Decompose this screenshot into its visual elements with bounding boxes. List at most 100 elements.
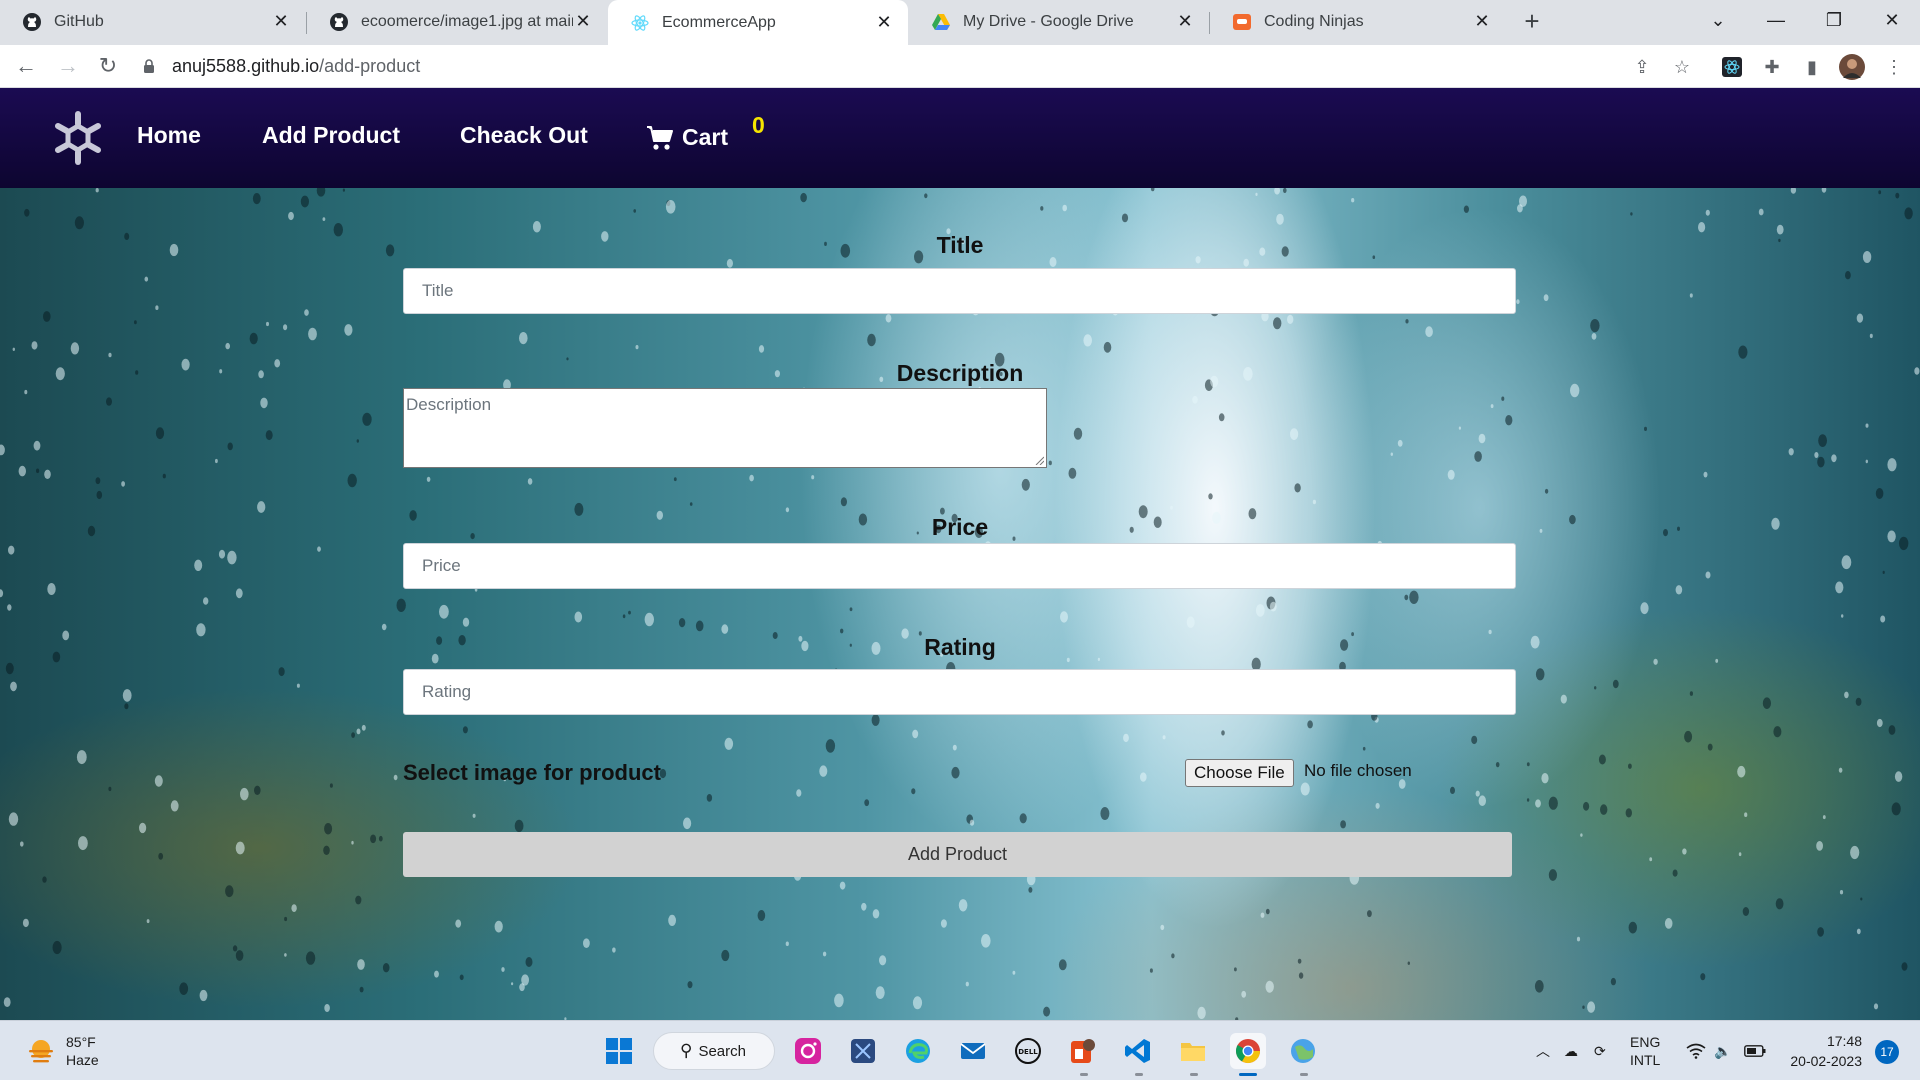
raindrop [472, 813, 476, 818]
raindrop [494, 920, 503, 933]
close-tab-icon[interactable]: ✕ [271, 11, 291, 32]
tab-title: GitHub [54, 12, 104, 30]
close-tab-icon[interactable]: ✕ [874, 12, 894, 33]
raindrop [1715, 658, 1719, 663]
description-textarea[interactable]: Description [403, 388, 1047, 468]
weather-map-app-icon[interactable] [1285, 1033, 1321, 1069]
extensions-puzzle-icon[interactable]: ✚ [1758, 53, 1786, 81]
tab-github-image[interactable]: ecoomerce/image1.jpg at main · ✕ [307, 0, 607, 43]
instagram-icon[interactable] [790, 1033, 826, 1069]
raindrop [225, 342, 230, 350]
rating-input[interactable]: Rating [403, 669, 1516, 715]
app-logo-icon[interactable] [52, 110, 104, 166]
add-product-button[interactable]: Add Product [403, 832, 1512, 877]
title-input[interactable]: Title [403, 268, 1516, 314]
volume-icon[interactable]: 🔈 [1714, 1021, 1731, 1080]
react-icon [630, 13, 650, 33]
taskbar-search[interactable]: ⚲ Search [653, 1032, 775, 1070]
raindrop [283, 324, 288, 331]
language-indicator[interactable]: ENG INTL [1630, 1021, 1660, 1080]
restore-button[interactable]: ❐ [1806, 0, 1862, 40]
reload-icon[interactable]: ↻ [92, 50, 124, 82]
git-user-app-icon[interactable] [1065, 1033, 1101, 1069]
raindrop [1737, 765, 1746, 778]
raindrop [1535, 799, 1541, 808]
raindrop [514, 819, 524, 833]
clock[interactable]: 17:48 20-02-2023 [1782, 1021, 1862, 1080]
raindrop [324, 1004, 330, 1012]
back-arrow-icon[interactable]: ← [10, 50, 42, 82]
windows-start-icon[interactable] [601, 1033, 637, 1069]
side-panel-icon[interactable]: ▮ [1798, 53, 1826, 81]
new-tab-button[interactable]: + [1517, 6, 1547, 36]
running-indicator [1135, 1073, 1143, 1076]
raindrop [8, 812, 19, 826]
raindrop [144, 276, 149, 282]
weather-widget[interactable]: 85°F Haze [26, 1033, 99, 1069]
price-input[interactable]: Price [403, 543, 1516, 589]
raindrop [1598, 754, 1606, 765]
clock-date: 20-02-2023 [1790, 1053, 1862, 1069]
chrome-menu-icon[interactable]: ⋮ [1880, 53, 1908, 81]
raindrop [249, 332, 258, 345]
raindrop [434, 970, 439, 978]
bookmark-star-icon[interactable]: ☆ [1668, 53, 1696, 81]
nav-home-link[interactable]: Home [137, 122, 201, 149]
choose-file-button[interactable]: Choose File [1185, 759, 1294, 787]
chrome-icon[interactable] [1230, 1033, 1266, 1069]
share-icon[interactable]: ⇪ [1628, 53, 1656, 81]
raindrop [95, 477, 101, 485]
edge-icon[interactable] [900, 1033, 936, 1069]
raindrop [139, 822, 147, 834]
close-window-button[interactable]: ✕ [1864, 0, 1920, 40]
nav-add-product-link[interactable]: Add Product [262, 122, 400, 149]
raindrop [1390, 452, 1394, 456]
raindrop [1576, 936, 1581, 942]
dell-icon[interactable]: DELL [1010, 1033, 1046, 1069]
raindrop [1899, 536, 1909, 551]
close-tab-icon[interactable]: ✕ [1472, 11, 1492, 32]
raindrop [1019, 813, 1027, 824]
tab-ecommerceapp[interactable]: EcommerceApp ✕ [608, 0, 908, 45]
close-tab-icon[interactable]: ✕ [573, 11, 593, 32]
snipping-tool-icon[interactable] [845, 1033, 881, 1069]
nav-cart-link[interactable]: Cart [646, 124, 728, 151]
tab-coding-ninjas[interactable]: Coding Ninjas ✕ [1210, 0, 1506, 43]
raindrop [1875, 488, 1884, 499]
tab-google-drive[interactable]: My Drive - Google Drive ✕ [909, 0, 1209, 43]
raindrop [393, 774, 398, 781]
page-content: Home Add Product Cheack Out Cart 0 Title… [0, 88, 1920, 1020]
sync-icon[interactable]: ⟳ [1594, 1021, 1606, 1080]
file-status-text: No file chosen [1304, 761, 1412, 780]
address-bar[interactable]: anuj5588.github.io/add-product [140, 49, 1880, 83]
minimize-button[interactable]: — [1748, 0, 1804, 40]
raindrop [1100, 807, 1110, 820]
tab-search-chevron-icon[interactable]: ⌄ [1690, 0, 1746, 40]
raindrop [1129, 526, 1134, 533]
file-explorer-icon[interactable] [1175, 1033, 1211, 1069]
battery-icon[interactable] [1744, 1021, 1766, 1080]
mail-icon[interactable] [955, 1033, 991, 1069]
avatar[interactable] [1838, 53, 1866, 81]
raindrop [362, 412, 372, 426]
raindrop [525, 957, 533, 967]
close-tab-icon[interactable]: ✕ [1175, 11, 1195, 32]
vscode-icon[interactable] [1120, 1033, 1156, 1069]
tray-overflow-chevron-icon[interactable]: ︿ [1536, 1021, 1550, 1080]
wifi-icon[interactable] [1686, 1021, 1706, 1080]
react-devtools-extension-icon[interactable] [1718, 53, 1746, 81]
raindrop [1495, 762, 1500, 768]
raindrop [265, 430, 273, 441]
raindrop [296, 683, 300, 688]
raindrop [840, 497, 848, 507]
raindrop [532, 221, 541, 233]
raindrop [356, 439, 359, 443]
onedrive-cloud-icon[interactable]: ☁ [1564, 1021, 1578, 1080]
forward-arrow-icon[interactable]: → [52, 50, 84, 82]
resize-handle-icon[interactable] [1034, 455, 1044, 465]
raindrop [1703, 471, 1708, 478]
nav-checkout-link[interactable]: Cheack Out [460, 122, 588, 149]
notification-badge[interactable]: 17 [1875, 1040, 1899, 1064]
tab-github[interactable]: GitHub ✕ [0, 0, 305, 43]
lock-icon[interactable] [140, 57, 158, 75]
